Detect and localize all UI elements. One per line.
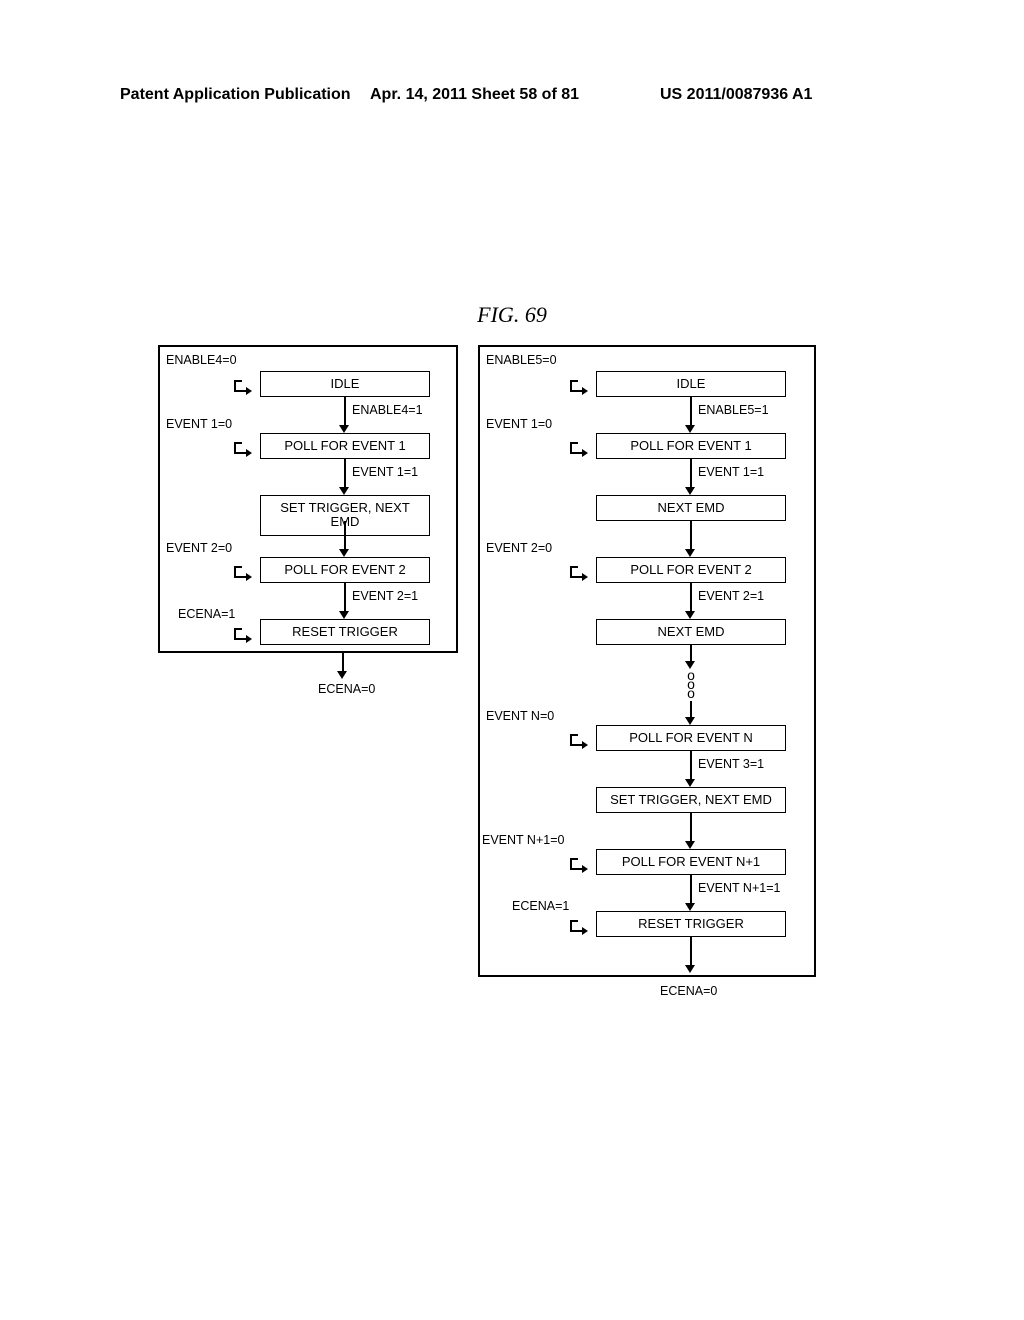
state-reset-left: RESET TRIGGER <box>260 619 430 645</box>
label-event2-0-right: EVENT 2=0 <box>486 541 552 555</box>
label-enable4-1: ENABLE4=1 <box>352 403 423 417</box>
loop-icon <box>570 380 590 394</box>
header-pubnum: US 2011/0087936 A1 <box>660 86 812 104</box>
label-ecena1-right: ECENA=1 <box>512 899 569 913</box>
loop-icon <box>570 920 590 934</box>
state-trigger-right: SET TRIGGER, NEXT EMD <box>596 787 786 813</box>
label-event1-1-right: EVENT 1=1 <box>698 465 764 479</box>
state-poll1-left: POLL FOR EVENT 1 <box>260 433 430 459</box>
label-event1-1-left: EVENT 1=1 <box>352 465 418 479</box>
loop-icon <box>570 566 590 580</box>
label-enable5-0: ENABLE5=0 <box>486 353 557 367</box>
label-event2-0-left: EVENT 2=0 <box>166 541 232 555</box>
state-idle-right: IDLE <box>596 371 786 397</box>
header-publication: Patent Application Publication <box>120 86 351 104</box>
loop-icon <box>234 442 254 456</box>
label-ecena0-left: ECENA=0 <box>318 682 375 696</box>
state-pollN-right: POLL FOR EVENT N <box>596 725 786 751</box>
state-pollN1-right: POLL FOR EVENT N+1 <box>596 849 786 875</box>
label-event1-0-left: EVENT 1=0 <box>166 417 232 431</box>
label-enable4-0: ENABLE4=0 <box>166 353 237 367</box>
header-date-sheet: Apr. 14, 2011 Sheet 58 of 81 <box>370 86 579 104</box>
loop-icon <box>570 442 590 456</box>
label-event2-1-right: EVENT 2=1 <box>698 589 764 603</box>
label-eventN-0: EVENT N=0 <box>486 709 554 723</box>
left-fsm-panel: ENABLE4=0 IDLE ENABLE4=1 EVENT 1=0 POLL … <box>158 345 458 653</box>
state-next1-right: NEXT EMD <box>596 495 786 521</box>
label-event1-0-right: EVENT 1=0 <box>486 417 552 431</box>
label-eventN1-1: EVENT N+1=1 <box>698 881 780 895</box>
state-poll2-right: POLL FOR EVENT 2 <box>596 557 786 583</box>
state-poll2-left: POLL FOR EVENT 2 <box>260 557 430 583</box>
state-poll1-right: POLL FOR EVENT 1 <box>596 433 786 459</box>
loop-icon <box>570 734 590 748</box>
state-reset-right: RESET TRIGGER <box>596 911 786 937</box>
loop-icon <box>570 858 590 872</box>
state-idle-left: IDLE <box>260 371 430 397</box>
label-ecena1-left: ECENA=1 <box>178 607 235 621</box>
right-fsm-panel: ENABLE5=0 IDLE ENABLE5=1 EVENT 1=0 POLL … <box>478 345 816 977</box>
label-event3-1: EVENT 3=1 <box>698 757 764 771</box>
state-next2-right: NEXT EMD <box>596 619 786 645</box>
label-ecena0-right: ECENA=0 <box>660 984 717 998</box>
loop-icon <box>234 566 254 580</box>
loop-icon <box>234 628 254 642</box>
figure-title: FIG. 69 <box>0 302 1024 328</box>
label-event2-1-left: EVENT 2=1 <box>352 589 418 603</box>
loop-icon <box>234 380 254 394</box>
label-enable5-1: ENABLE5=1 <box>698 403 769 417</box>
label-eventN1-0: EVENT N+1=0 <box>482 833 564 847</box>
ellipsis-icon: ooo <box>686 671 696 698</box>
